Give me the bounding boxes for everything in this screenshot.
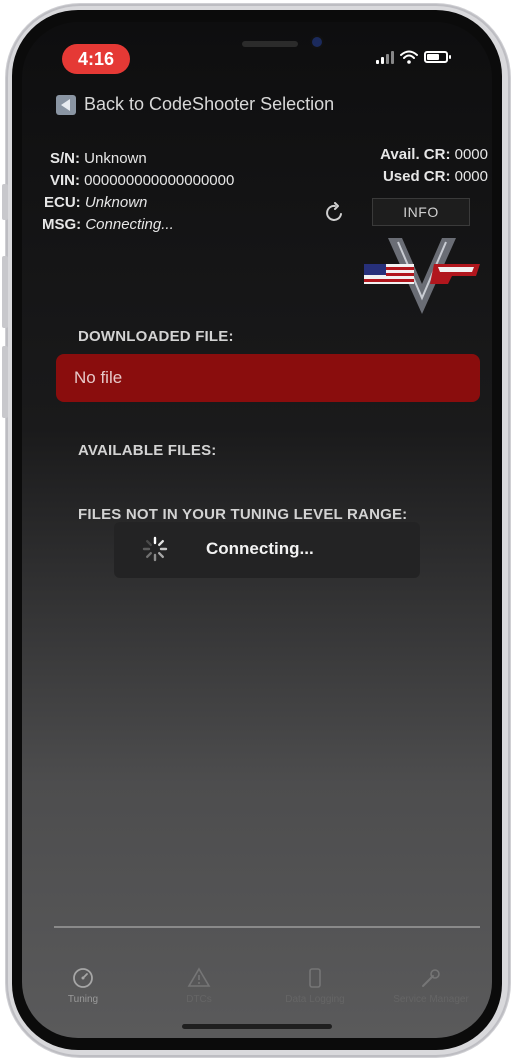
vin-row: VIN: 000000000000000000 [50, 172, 235, 189]
volume-up-button [2, 256, 8, 328]
back-button[interactable]: Back to CodeShooter Selection [56, 94, 334, 115]
overlay-text: Connecting... [206, 539, 314, 558]
avail-credit-value: 0000 [454, 146, 488, 163]
status-time: 4:16 [62, 44, 130, 74]
log-icon [309, 968, 321, 988]
status-icons [376, 50, 451, 64]
used-credit-value: 0000 [454, 168, 488, 185]
activity-spinner-icon [142, 536, 168, 562]
home-indicator[interactable] [182, 1024, 332, 1029]
mute-switch [2, 184, 8, 220]
ecu-value: Unknown [84, 194, 148, 211]
tab-tuning[interactable]: Tuning [28, 966, 138, 1005]
evp-flag-logo [364, 238, 480, 314]
downloaded-file-value: No file [74, 368, 123, 387]
downloaded-file-row[interactable]: No file [56, 354, 480, 402]
serial-row: S/N: Unknown [50, 150, 147, 167]
speaker-grille [242, 41, 298, 47]
tab-label: Data Logging [285, 994, 345, 1005]
msg-row: MSG: Connecting... [42, 216, 174, 233]
avail-credit-row: Avail. CR: 0000 [380, 146, 488, 163]
wifi-icon [400, 50, 418, 64]
tab-data-logging[interactable]: Data Logging [260, 966, 370, 1005]
tab-label: DTCs [186, 994, 212, 1005]
vin-value: 000000000000000000 [84, 172, 235, 189]
front-camera [312, 37, 322, 47]
serial-value: Unknown [84, 150, 147, 167]
used-credit-row: Used CR: 0000 [382, 168, 488, 185]
refresh-icon[interactable] [324, 202, 346, 224]
wrench-icon [422, 969, 440, 987]
tab-bar: Tuning DTCs Data Logging Service Manager [50, 966, 486, 1016]
connecting-overlay: Connecting... [114, 522, 420, 578]
gauge-icon [73, 968, 93, 988]
info-button[interactable]: INFO [372, 198, 470, 226]
volume-down-button [2, 346, 8, 418]
ecu-row: ECU: Unknown [44, 194, 148, 211]
not-in-range-title: FILES NOT IN YOUR TUNING LEVEL RANGE: [78, 506, 408, 523]
battery-icon [424, 51, 451, 63]
cellular-signal-icon [376, 50, 394, 64]
warning-icon [187, 967, 211, 987]
app-screen: 4:16 Back to CodeShooter Selection S/N: … [22, 22, 492, 1038]
credit-info: Avail. CR: 0000 Used CR: 0000 [380, 144, 488, 188]
msg-value: Connecting... [85, 216, 174, 233]
tab-divider [54, 926, 480, 928]
back-arrow-icon [56, 94, 76, 115]
tab-label: Tuning [67, 994, 99, 1005]
tab-label: Service Manager [393, 994, 469, 1005]
downloaded-file-title: DOWNLOADED FILE: [78, 328, 234, 345]
available-files-title: AVAILABLE FILES: [78, 442, 217, 459]
tab-service-manager[interactable]: Service Manager [376, 966, 486, 1005]
device-info: S/N: Unknown VIN: 000000000000000000 ECU… [42, 148, 235, 236]
back-label: Back to CodeShooter Selection [84, 94, 335, 114]
tab-dtcs[interactable]: DTCs [144, 966, 254, 1005]
